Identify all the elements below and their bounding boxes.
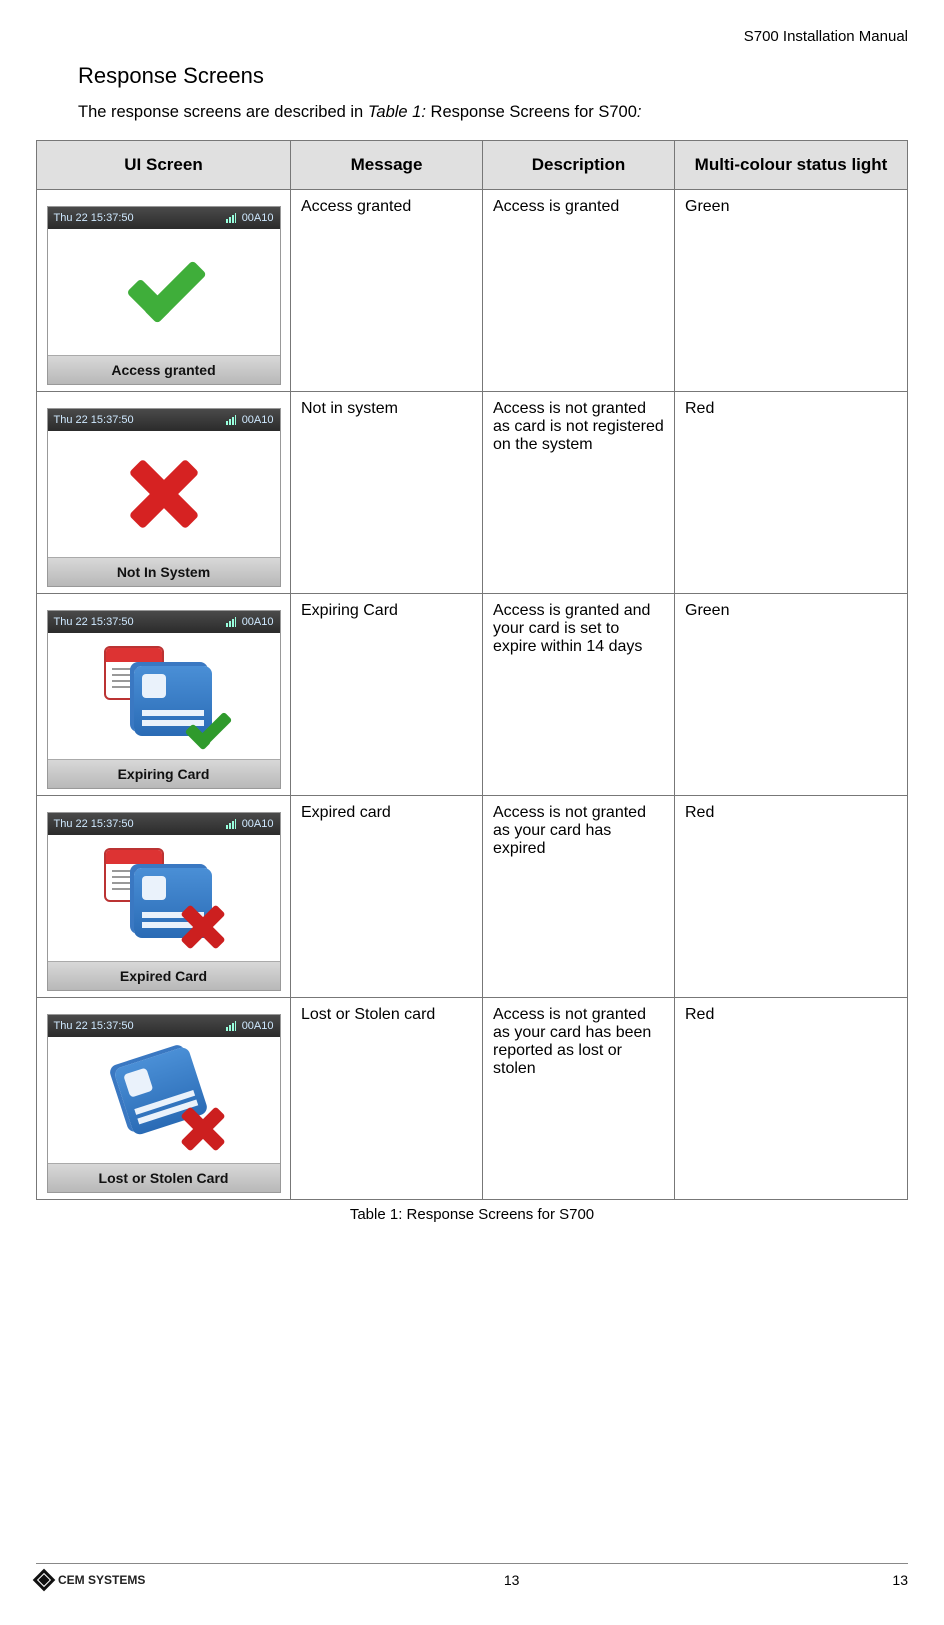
th-description: Description	[483, 141, 675, 190]
signal-icon	[226, 1021, 236, 1031]
cell-message: Lost or Stolen card	[291, 998, 483, 1200]
table-caption: Table 1: Response Screens for S700	[36, 1206, 908, 1223]
ui-time: Thu 22 15:37:50	[54, 212, 134, 224]
table-row: Thu 22 15:37:50 00A10 Not In System Not …	[37, 392, 908, 594]
cell-message: Access granted	[291, 190, 483, 392]
cell-description: Access is not granted as your card has b…	[483, 998, 675, 1200]
brand-logo: CEM SYSTEMS	[36, 1572, 145, 1588]
signal-icon	[226, 819, 236, 829]
cell-light: Red	[675, 392, 908, 594]
th-ui-screen: UI Screen	[37, 141, 291, 190]
cell-message: Expired card	[291, 796, 483, 998]
ui-code: 00A10	[242, 212, 274, 224]
signal-icon	[226, 617, 236, 627]
logo-diamond-icon	[33, 1569, 56, 1592]
page-number-edge: 13	[878, 1572, 908, 1588]
th-status-light: Multi-colour status light	[675, 141, 908, 190]
ui-time: Thu 22 15:37:50	[54, 818, 134, 830]
x-icon	[129, 459, 199, 529]
ui-code: 00A10	[242, 1020, 274, 1032]
cell-description: Access is granted and your card is set t…	[483, 594, 675, 796]
ui-footer-label: Expired Card	[48, 961, 280, 990]
cell-light: Green	[675, 594, 908, 796]
ui-screen-expiring-card: Thu 22 15:37:50 00A10 Expiring Card	[47, 610, 281, 789]
ui-code: 00A10	[242, 818, 274, 830]
ui-time: Thu 22 15:37:50	[54, 1020, 134, 1032]
ui-statusbar: Thu 22 15:37:50 00A10	[48, 1015, 280, 1037]
signal-icon	[226, 213, 236, 223]
lost-card-icon	[104, 1050, 224, 1150]
table-row: Thu 22 15:37:50 00A10 Lost or Stolen Car…	[37, 998, 908, 1200]
ui-footer-label: Expiring Card	[48, 759, 280, 788]
cell-message: Not in system	[291, 392, 483, 594]
page-footer: CEM SYSTEMS 13 13	[36, 1563, 908, 1588]
cell-description: Access is not granted as your card has e…	[483, 796, 675, 998]
intro-colon: :	[637, 103, 642, 121]
small-x-icon	[180, 904, 226, 950]
check-icon	[129, 257, 199, 327]
ui-footer-label: Lost or Stolen Card	[48, 1163, 280, 1192]
table-row: Thu 22 15:37:50 00A10 Access granted Acc…	[37, 190, 908, 392]
cell-message: Expiring Card	[291, 594, 483, 796]
ui-code: 00A10	[242, 414, 274, 426]
ui-screen-lost-stolen: Thu 22 15:37:50 00A10 Lost or Stolen Car…	[47, 1014, 281, 1193]
page-number-center: 13	[145, 1572, 878, 1588]
ui-statusbar: Thu 22 15:37:50 00A10	[48, 611, 280, 633]
expired-card-icon	[104, 848, 224, 948]
cell-description: Access is granted	[483, 190, 675, 392]
cell-light: Red	[675, 796, 908, 998]
ui-statusbar: Thu 22 15:37:50 00A10	[48, 207, 280, 229]
section-title: Response Screens	[78, 63, 908, 89]
ui-screen-access-granted: Thu 22 15:37:50 00A10 Access granted	[47, 206, 281, 385]
ui-time: Thu 22 15:37:50	[54, 616, 134, 628]
response-table: UI Screen Message Description Multi-colo…	[36, 140, 908, 1200]
intro-text: The response screens are described in	[78, 103, 368, 121]
table-row: Thu 22 15:37:50 00A10 Expiring Card	[37, 594, 908, 796]
ui-footer-label: Access granted	[48, 355, 280, 384]
ui-statusbar: Thu 22 15:37:50 00A10	[48, 409, 280, 431]
expiring-card-icon	[104, 646, 224, 746]
th-message: Message	[291, 141, 483, 190]
table-row: Thu 22 15:37:50 00A10 Expired Card	[37, 796, 908, 998]
small-x-icon	[180, 1106, 226, 1152]
cell-description: Access is not granted as card is not reg…	[483, 392, 675, 594]
ui-statusbar: Thu 22 15:37:50 00A10	[48, 813, 280, 835]
cell-light: Red	[675, 998, 908, 1200]
intro-tail: Response Screens for S700	[426, 103, 637, 121]
brand-name: CEM SYSTEMS	[58, 1573, 145, 1587]
doc-header: S700 Installation Manual	[36, 28, 908, 45]
signal-icon	[226, 415, 236, 425]
ui-screen-not-in-system: Thu 22 15:37:50 00A10 Not In System	[47, 408, 281, 587]
section-intro: The response screens are described in Ta…	[78, 103, 908, 122]
ui-time: Thu 22 15:37:50	[54, 414, 134, 426]
small-check-icon	[186, 708, 230, 752]
intro-ref: Table 1:	[368, 103, 426, 121]
ui-screen-expired-card: Thu 22 15:37:50 00A10 Expired Card	[47, 812, 281, 991]
cell-light: Green	[675, 190, 908, 392]
ui-footer-label: Not In System	[48, 557, 280, 586]
ui-code: 00A10	[242, 616, 274, 628]
